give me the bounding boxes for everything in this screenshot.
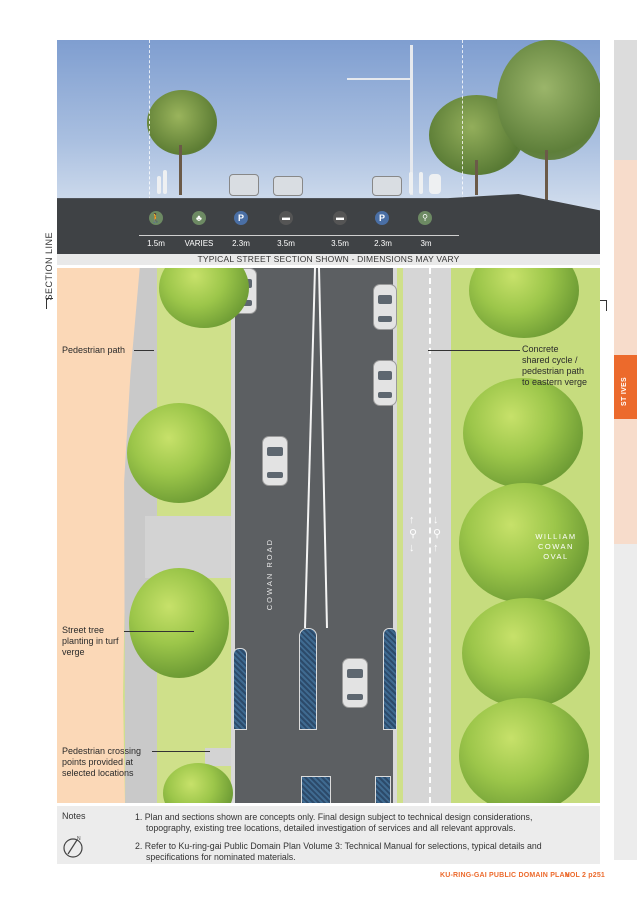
crossing-line-2: points provided at (62, 757, 134, 767)
median-island-west (299, 628, 317, 730)
shared-path-line-1: Concrete (522, 344, 559, 354)
side-tab-5 (614, 544, 637, 860)
crossing-line-1: Pedestrian crossing (62, 746, 142, 756)
oval-tree-4 (462, 598, 590, 708)
oval-name-label: WILLIAM COWAN OVAL (517, 532, 595, 562)
footer-page-number: VOL 2 p251 (565, 872, 606, 879)
note-2-line-1: 2. Refer to Ku-ring-gai Public Domain Pl… (135, 841, 542, 851)
dimension-3: 2.3m (232, 239, 250, 248)
side-tab-4 (614, 419, 637, 544)
side-tab-2 (614, 160, 637, 355)
label-street-tree: Street tree planting in turf verge (62, 625, 119, 658)
leader-street-tree (124, 631, 194, 632)
note-1-line-2: topography, existing tree locations, det… (146, 823, 516, 833)
oval-tree-2 (463, 378, 583, 488)
median-island-south (301, 776, 331, 803)
note-1-line-1: 1. Plan and sections shown are concepts … (135, 812, 533, 822)
section-cyclist (429, 174, 441, 194)
moving-car-2 (342, 658, 368, 708)
path-marking-icon-left: ↑ ⚲ ↓ (409, 514, 418, 554)
median-island-east (383, 628, 397, 730)
car-icon: ▬ (279, 211, 293, 225)
section-person-1 (157, 176, 161, 194)
street-tree-3 (129, 568, 229, 678)
label-shared-path: Concrete shared cycle / pedestrian path … (522, 344, 587, 388)
section-car-1 (229, 174, 259, 196)
section-tree-right-2-trunk (545, 150, 548, 200)
street-tree-line-2: planting in turf (62, 636, 119, 646)
oval-name-line-2: COWAN (538, 542, 574, 551)
shared-path-line-2: shared cycle / (522, 355, 578, 365)
dimension-5: 3.5m (331, 239, 349, 248)
car-icon-2: ▬ (333, 211, 347, 225)
street-tree-line-3: verge (62, 647, 85, 657)
section-line-marker-left (46, 298, 53, 309)
kerb-blister-east (375, 776, 391, 803)
dimension-7: 3m (420, 239, 432, 248)
section-line-marker-right (600, 300, 607, 311)
parking-icon: P (234, 211, 248, 225)
dimension-line (139, 235, 459, 236)
dimension-2: VARIES (184, 239, 214, 248)
parked-car-2 (373, 284, 397, 330)
oval-tree-5 (459, 698, 589, 803)
section-caption: TYPICAL STREET SECTION SHOWN - DIMENSION… (57, 254, 600, 265)
section-line-label: SECTION LINE (44, 232, 54, 301)
street-plan-view: COWAN ROAD ↑ ⚲ ↓ ↓ ⚲ ↑ WILLIAM COWAN OVAL (57, 268, 600, 803)
section-car-3 (372, 176, 402, 196)
note-2: 2. Refer to Ku-ring-gai Public Domain Pl… (135, 841, 595, 863)
street-tree-line-1: Street tree (62, 625, 105, 635)
dimension-4: 3.5m (277, 239, 295, 248)
label-crossing-points: Pedestrian crossing points provided at s… (62, 746, 141, 779)
section-tree-left-trunk (179, 145, 182, 195)
street-tree-2 (127, 403, 231, 503)
footer-title: KU-RING-GAI PUBLIC DOMAIN PLAN (440, 872, 571, 879)
kerb-blister-west (233, 648, 247, 730)
parking-icon-2: P (375, 211, 389, 225)
shared-path-line-4: to eastern verge (522, 377, 588, 387)
side-tab-label: ST IVES (621, 377, 628, 406)
dimension-1: 1.5m (147, 239, 165, 248)
crossing-line-3: selected locations (62, 768, 134, 778)
notes-heading: Notes (62, 811, 86, 821)
leader-pedestrian-path (134, 350, 154, 351)
path-marking-icon-right: ↓ ⚲ ↑ (433, 514, 442, 554)
section-tree-right-2 (497, 40, 600, 160)
section-tree-left (147, 90, 217, 155)
svg-text:N: N (77, 836, 81, 842)
moving-car-1 (262, 436, 288, 486)
dimension-6: 2.3m (374, 239, 392, 248)
oval-name-line-1: WILLIAM (535, 532, 577, 541)
section-ground (57, 194, 600, 262)
pedestrian-icon: 🚶 (149, 211, 163, 225)
side-tab-1 (614, 40, 637, 160)
street-section-illustration: 🚶 ♣ P ▬ ▬ P ⚲ 1.5m VARIES 2.3m 3.5m 3.5m… (57, 40, 600, 262)
leader-shared-path (428, 350, 520, 351)
parked-car-3 (373, 360, 397, 406)
section-person-2 (163, 170, 167, 194)
section-tree-right-1-trunk (475, 160, 478, 195)
cycle-pedestrian-icon: ⚲ (418, 211, 432, 225)
shared-path-line-3: pedestrian path (522, 366, 585, 376)
leader-crossing-points (152, 751, 210, 752)
shared-path-centreline (429, 268, 431, 803)
note-2-line-2: specifications for nominated materials. (146, 852, 296, 862)
note-1: 1. Plan and sections shown are concepts … (135, 812, 595, 834)
section-car-2 (273, 176, 303, 196)
tree-icon: ♣ (192, 211, 206, 225)
road-name-label: COWAN ROAD (265, 538, 274, 611)
label-pedestrian-path: Pedestrian path (62, 345, 126, 355)
section-person-4 (419, 172, 423, 194)
section-person-3 (409, 172, 413, 194)
side-tab-st-ives[interactable]: ST IVES (614, 355, 637, 419)
north-arrow-icon: N (63, 836, 83, 858)
oval-name-line-3: OVAL (543, 552, 569, 561)
light-pole-arm (347, 78, 411, 80)
